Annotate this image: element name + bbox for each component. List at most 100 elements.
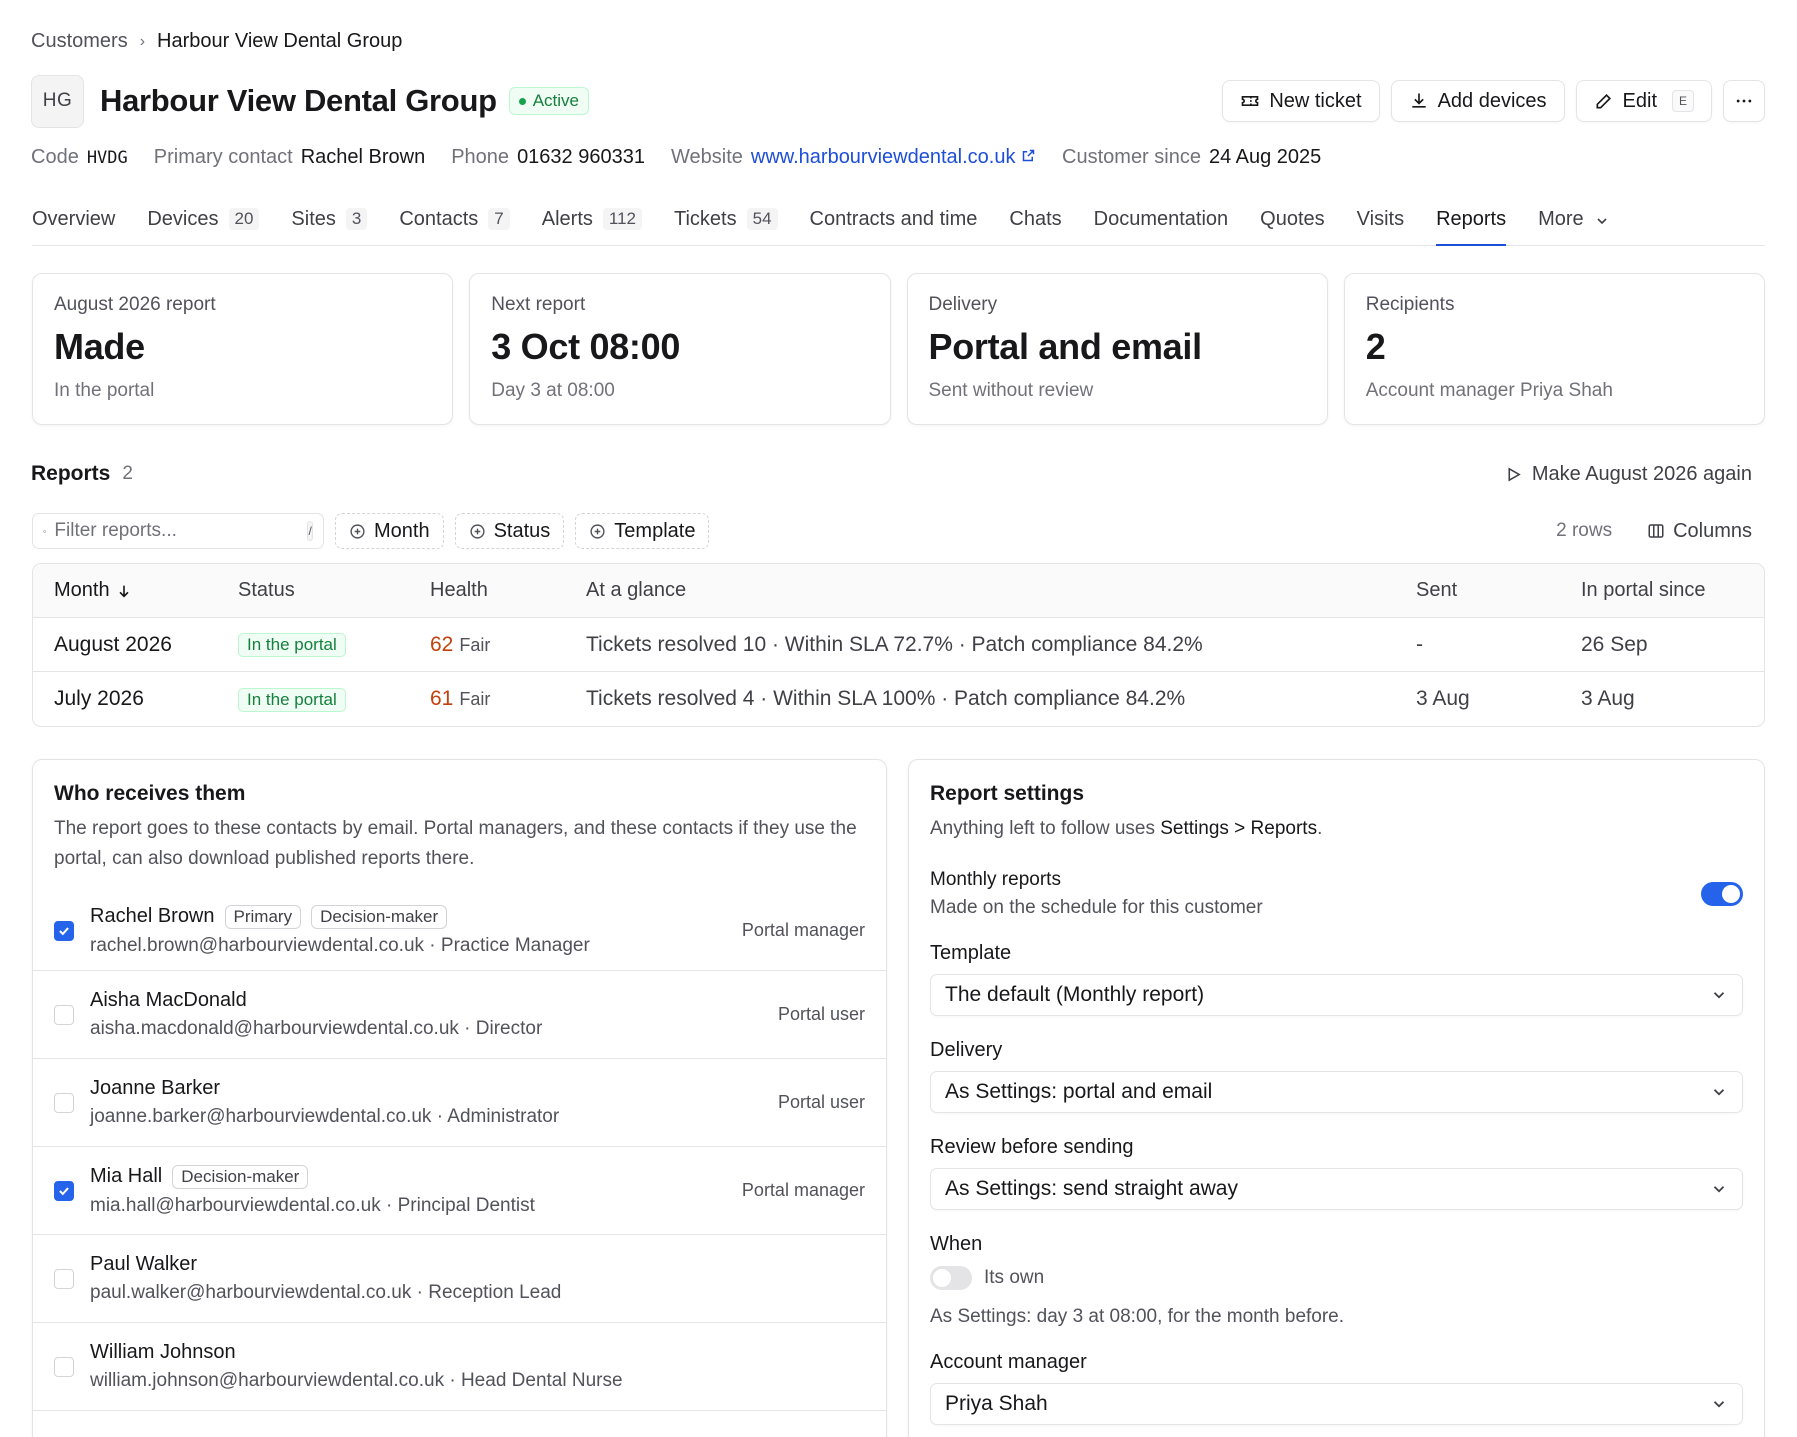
meta-website: Website www.harbourviewdental.co.uk [671, 146, 1036, 169]
template-select[interactable]: The default (Monthly report) [930, 974, 1743, 1016]
card-label: August 2026 report [54, 294, 216, 315]
recipient-email: rachel.brown@harbourviewdental.co.uk · P… [90, 934, 590, 956]
recipient-name: William Johnson [90, 1341, 236, 1363]
cell-health: 62 Fair [430, 633, 586, 657]
tab-devices[interactable]: Devices 20 [147, 200, 260, 245]
col-portal-header[interactable]: In portal since [1581, 579, 1764, 602]
col-month-header[interactable]: Month [33, 579, 238, 602]
review-select[interactable]: As Settings: send straight away [930, 1168, 1743, 1210]
col-glance-header: At a glance [586, 579, 687, 601]
delivery-select[interactable]: As Settings: portal and email [930, 1071, 1743, 1113]
arrow-down-icon [119, 585, 129, 597]
recipient-checkbox[interactable] [54, 1356, 74, 1377]
tab-contracts[interactable]: Contracts and time [810, 200, 978, 245]
card-value: Portal and email [928, 326, 1203, 367]
col-health-header[interactable]: Health [430, 579, 586, 602]
tab-quotes[interactable]: Quotes [1260, 200, 1324, 245]
tab-contacts[interactable]: Contacts 7 [399, 200, 510, 245]
account-manager-select[interactable]: Priya Shah [930, 1383, 1743, 1425]
new-ticket-label: New ticket [1269, 89, 1362, 112]
table-header: Month Status Health At a glance Sent In … [33, 564, 1764, 618]
filter-status-chip[interactable]: Status [454, 513, 565, 549]
card-sub: Day 3 at 08:00 [491, 380, 615, 401]
tab-tickets[interactable]: Tickets 54 [674, 200, 778, 245]
more-actions-button[interactable] [1723, 80, 1765, 122]
list-item: William Johnson william.johnson@harbourv… [33, 1323, 886, 1411]
recipient-email: joanne.barker@harbourviewdental.co.uk · … [90, 1106, 560, 1127]
tab-count: 7 [488, 208, 510, 230]
recipient-tag: Decision-maker [172, 1164, 309, 1189]
recipient-info: Joanne Barker joanne.barker@harbourviewd… [90, 1077, 778, 1128]
recipient-name: Joanne Barker [90, 1077, 221, 1099]
avatar: HG [31, 74, 84, 128]
tab-reports[interactable]: Reports [1436, 200, 1507, 246]
tab-chats[interactable]: Chats [1009, 200, 1061, 245]
summary-cards: August 2026 report Made In the portal Ne… [32, 273, 1765, 425]
recipient-info: Mia Hall Decision-maker mia.hall@harbourv… [90, 1164, 742, 1217]
health-score: 61 [430, 687, 454, 710]
reports-header: Reports 2 Make August 2026 again [31, 462, 1752, 486]
review-value: As Settings: send straight away [945, 1177, 1238, 1200]
tab-count: 54 [746, 208, 778, 230]
recipient-checkbox[interactable] [54, 1004, 74, 1025]
tab-alerts[interactable]: Alerts 112 [542, 200, 642, 245]
table-row[interactable]: August 2026 In the portal 62 Fair Tickets… [33, 618, 1764, 672]
col-sent-header[interactable]: Sent [1416, 579, 1581, 602]
tab-label: Overview [32, 208, 116, 230]
customer-meta: Code HVDG Primary contact Rachel Brown Pho… [31, 146, 1321, 169]
col-status-header[interactable]: Status [238, 579, 430, 602]
tab-more[interactable]: More [1538, 200, 1610, 245]
filter-template-chip[interactable]: Template [575, 513, 710, 549]
recipients-desc: The report goes to these contacts by ema… [54, 818, 857, 869]
tab-overview[interactable]: Overview [32, 200, 115, 245]
health-label: Fair [459, 689, 491, 709]
cell-glance: Tickets resolved 4 · Within SLA 100% · P… [586, 687, 1186, 710]
tab-visits[interactable]: Visits [1357, 200, 1404, 245]
settings-reports-link[interactable]: Settings > Reports [1160, 818, 1317, 839]
recipient-checkbox[interactable] [54, 1092, 74, 1113]
check-icon [59, 926, 69, 935]
cell-glance: Tickets resolved 10 · Within SLA 72.7% ·… [586, 632, 1203, 656]
page-header: HG Harbour View Dental Group Active New … [31, 74, 1765, 128]
meta-code: Code HVDG [31, 146, 128, 169]
download-icon [1411, 93, 1426, 108]
health-label: Fair [459, 634, 491, 655]
recipient-name-row: Rachel Brown Primary Decision-maker [90, 904, 742, 929]
recipient-name: Aisha MacDonald [90, 989, 247, 1011]
settings-desc: Anything left to follow uses Settings > … [909, 806, 1764, 844]
edit-button[interactable]: Edit E [1575, 80, 1712, 122]
card-sub: Sent without review [928, 380, 1094, 401]
make-again-button[interactable]: Make August 2026 again [1505, 463, 1752, 486]
tab-label: Quotes [1260, 208, 1325, 230]
tab-count: 20 [228, 208, 260, 230]
website-link[interactable]: www.harbourviewdental.co.uk [751, 146, 1036, 168]
tab-label: Reports [1436, 208, 1507, 230]
card-sub: Account manager Priya Shah [1365, 380, 1613, 401]
meta-since-value: 24 Aug 2025 [1208, 146, 1322, 168]
table-row[interactable]: July 2026 In the portal 61 Fair Tickets r… [33, 672, 1764, 726]
meta-website-label: Website [670, 146, 743, 168]
list-item: Joanne Barker joanne.barker@harbourviewd… [33, 1059, 886, 1147]
when-own-toggle[interactable] [930, 1266, 972, 1290]
add-devices-button[interactable]: Add devices [1390, 80, 1565, 122]
new-ticket-button[interactable]: New ticket [1222, 80, 1380, 122]
tab-documentation[interactable]: Documentation [1094, 200, 1229, 245]
chip-label: Status [493, 519, 551, 542]
tab-sites[interactable]: Sites 3 [291, 200, 368, 245]
columns-button[interactable]: Columns [1647, 520, 1752, 543]
monthly-reports-toggle[interactable] [1701, 882, 1743, 906]
plus-circle-icon [590, 523, 605, 539]
filter-reports-input[interactable] [54, 520, 300, 542]
reports-table: Month Status Health At a glance Sent In … [32, 563, 1765, 727]
recipient-checkbox[interactable] [54, 1180, 74, 1201]
filter-month-chip[interactable]: Month [335, 513, 444, 549]
tab-bar: Overview Devices 20 Sites 3 Contacts 7 Aler… [32, 200, 1765, 246]
breadcrumb-customers-link[interactable]: Customers [31, 30, 128, 53]
cell-sent: - [1416, 632, 1423, 656]
check-icon [59, 1186, 69, 1195]
delivery-value: As Settings: portal and email [945, 1080, 1213, 1103]
recipient-checkbox[interactable] [54, 920, 74, 941]
recipient-checkbox[interactable] [54, 1268, 74, 1289]
recipient-info: William Johnson william.johnson@harbourv… [90, 1341, 865, 1392]
card-delivery: Delivery Portal and email Sent without r… [906, 273, 1328, 425]
